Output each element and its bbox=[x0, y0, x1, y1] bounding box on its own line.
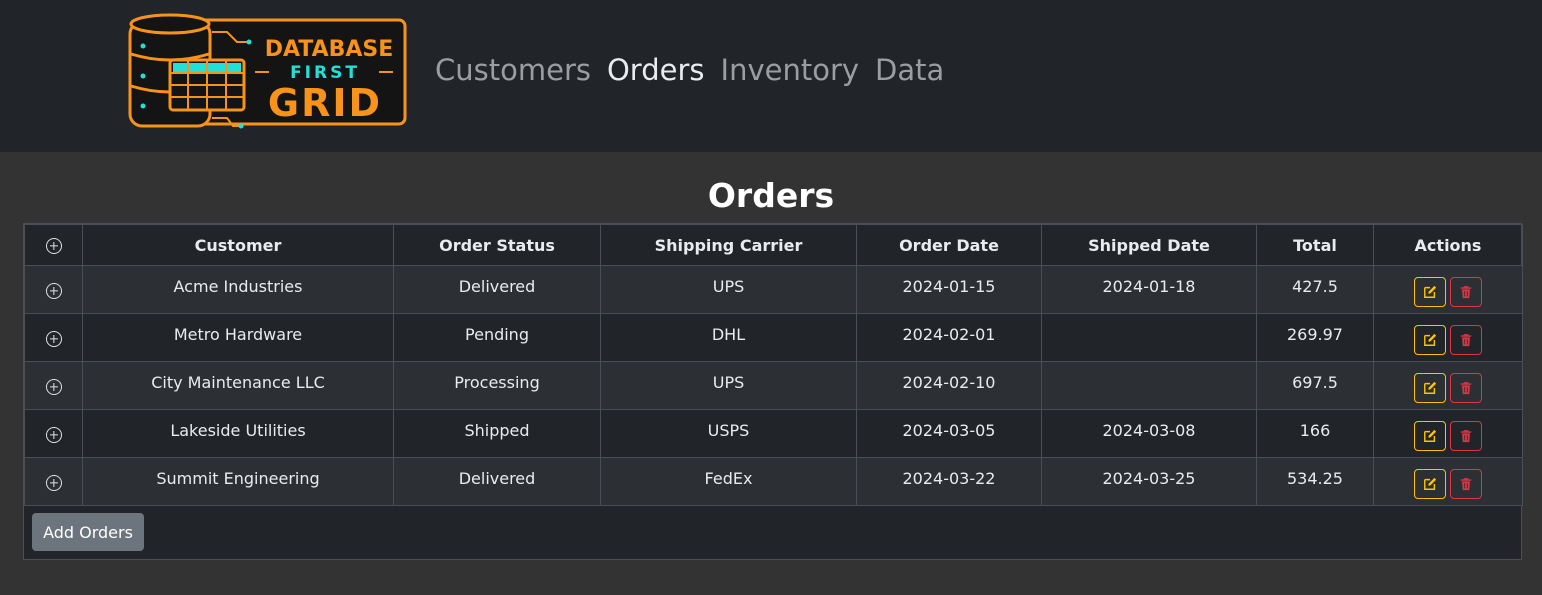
page-title: Orders bbox=[707, 176, 835, 215]
cell-customer: City Maintenance LLC bbox=[82, 361, 394, 410]
database-first-grid-logo[interactable]: DATABASE FIRST GRID bbox=[127, 10, 409, 136]
navbar: DATABASE FIRST GRID Customers Orders Inv… bbox=[0, 0, 1542, 152]
table-row: Acme Industries Delivered UPS 2024-01-15… bbox=[24, 265, 1523, 314]
cell-shipping-carrier: UPS bbox=[600, 361, 857, 410]
cell-shipping-carrier: FedEx bbox=[600, 457, 857, 506]
cell-order-status: Processing bbox=[393, 361, 601, 410]
trash-icon bbox=[1460, 285, 1472, 298]
logo-text-first: FIRST bbox=[290, 63, 360, 83]
table-row: City Maintenance LLC Processing UPS 2024… bbox=[24, 361, 1523, 410]
edit-row-button[interactable] bbox=[1414, 372, 1446, 403]
cell-customer: Lakeside Utilities bbox=[82, 409, 394, 458]
plus-circle-icon[interactable] bbox=[45, 426, 62, 443]
row-expand-cell[interactable] bbox=[24, 313, 83, 362]
cell-actions bbox=[1373, 313, 1523, 362]
cell-shipped-date: 2024-01-18 bbox=[1041, 265, 1257, 314]
add-orders-button[interactable]: Add Orders bbox=[32, 513, 144, 551]
nav-link-orders[interactable]: Orders bbox=[607, 50, 705, 90]
cell-shipped-date: 2024-03-08 bbox=[1041, 409, 1257, 458]
cell-order-status: Shipped bbox=[393, 409, 601, 458]
row-expand-cell[interactable] bbox=[24, 457, 83, 506]
column-header-shipped-date[interactable]: Shipped Date bbox=[1041, 224, 1257, 266]
table-row: Lakeside Utilities Shipped USPS 2024-03-… bbox=[24, 409, 1523, 458]
orders-table: Customer Order Status Shipping Carrier O… bbox=[24, 224, 1523, 506]
expand-all-header[interactable] bbox=[24, 224, 83, 266]
pencil-square-icon bbox=[1424, 333, 1437, 346]
table-row: Metro Hardware Pending DHL 2024-02-01 26… bbox=[24, 313, 1523, 362]
nav-link-inventory[interactable]: Inventory bbox=[721, 50, 860, 90]
plus-circle-icon[interactable] bbox=[45, 474, 62, 491]
cell-shipped-date: 2024-03-25 bbox=[1041, 457, 1257, 506]
cell-order-status: Delivered bbox=[393, 265, 601, 314]
row-expand-cell[interactable] bbox=[24, 409, 83, 458]
cell-customer: Metro Hardware bbox=[82, 313, 394, 362]
cell-actions bbox=[1373, 361, 1523, 410]
edit-row-button[interactable] bbox=[1414, 324, 1446, 355]
cell-order-date: 2024-03-05 bbox=[856, 409, 1042, 458]
cell-shipping-carrier: DHL bbox=[600, 313, 857, 362]
logo-text-grid: GRID bbox=[268, 81, 382, 125]
column-header-actions: Actions bbox=[1373, 224, 1523, 266]
delete-row-button[interactable] bbox=[1450, 468, 1482, 499]
delete-row-button[interactable] bbox=[1450, 372, 1482, 403]
trash-icon bbox=[1460, 333, 1472, 346]
cell-total: 697.5 bbox=[1256, 361, 1374, 410]
delete-row-button[interactable] bbox=[1450, 324, 1482, 355]
cell-order-date: 2024-03-22 bbox=[856, 457, 1042, 506]
header-row: Customer Order Status Shipping Carrier O… bbox=[24, 224, 1523, 266]
pencil-square-icon bbox=[1424, 477, 1437, 490]
orders-grid: Customer Order Status Shipping Carrier O… bbox=[23, 223, 1523, 560]
cell-shipped-date bbox=[1041, 313, 1257, 362]
cell-order-date: 2024-02-01 bbox=[856, 313, 1042, 362]
cell-actions bbox=[1373, 457, 1523, 506]
plus-circle-icon[interactable] bbox=[45, 378, 62, 395]
cell-total: 427.5 bbox=[1256, 265, 1374, 314]
plus-circle-icon[interactable] bbox=[45, 330, 62, 347]
cell-total: 534.25 bbox=[1256, 457, 1374, 506]
column-header-total[interactable]: Total bbox=[1256, 224, 1374, 266]
column-header-order-date[interactable]: Order Date bbox=[856, 224, 1042, 266]
edit-row-button[interactable] bbox=[1414, 420, 1446, 451]
row-expand-cell[interactable] bbox=[24, 361, 83, 410]
cell-order-status: Delivered bbox=[393, 457, 601, 506]
plus-circle-icon[interactable] bbox=[45, 238, 62, 254]
trash-icon bbox=[1460, 429, 1472, 442]
nav-link-data[interactable]: Data bbox=[875, 50, 944, 90]
main-nav: Customers Orders Inventory Data bbox=[435, 50, 944, 90]
cell-customer: Summit Engineering bbox=[82, 457, 394, 506]
cell-shipping-carrier: USPS bbox=[600, 409, 857, 458]
column-header-shipping-carrier[interactable]: Shipping Carrier bbox=[600, 224, 857, 266]
column-header-order-status[interactable]: Order Status bbox=[393, 224, 601, 266]
trash-icon bbox=[1460, 381, 1472, 394]
cell-customer: Acme Industries bbox=[82, 265, 394, 314]
pencil-square-icon bbox=[1424, 381, 1437, 394]
plus-circle-icon[interactable] bbox=[45, 282, 62, 299]
logo-text-database: DATABASE bbox=[265, 37, 394, 62]
cell-order-date: 2024-01-15 bbox=[856, 265, 1042, 314]
cell-order-status: Pending bbox=[393, 313, 601, 362]
nav-link-customers[interactable]: Customers bbox=[435, 50, 591, 90]
edit-row-button[interactable] bbox=[1414, 276, 1446, 307]
cell-total: 269.97 bbox=[1256, 313, 1374, 362]
cell-total: 166 bbox=[1256, 409, 1374, 458]
table-row: Summit Engineering Delivered FedEx 2024-… bbox=[24, 457, 1523, 506]
cell-shipping-carrier: UPS bbox=[600, 265, 857, 314]
pencil-square-icon bbox=[1424, 285, 1437, 298]
row-expand-cell[interactable] bbox=[24, 265, 83, 314]
cell-order-date: 2024-02-10 bbox=[856, 361, 1042, 410]
delete-row-button[interactable] bbox=[1450, 276, 1482, 307]
cell-shipped-date bbox=[1041, 361, 1257, 410]
cell-actions bbox=[1373, 265, 1523, 314]
pencil-square-icon bbox=[1424, 429, 1437, 442]
delete-row-button[interactable] bbox=[1450, 420, 1482, 451]
trash-icon bbox=[1460, 477, 1472, 490]
edit-row-button[interactable] bbox=[1414, 468, 1446, 499]
column-header-customer[interactable]: Customer bbox=[82, 224, 394, 266]
cell-actions bbox=[1373, 409, 1523, 458]
